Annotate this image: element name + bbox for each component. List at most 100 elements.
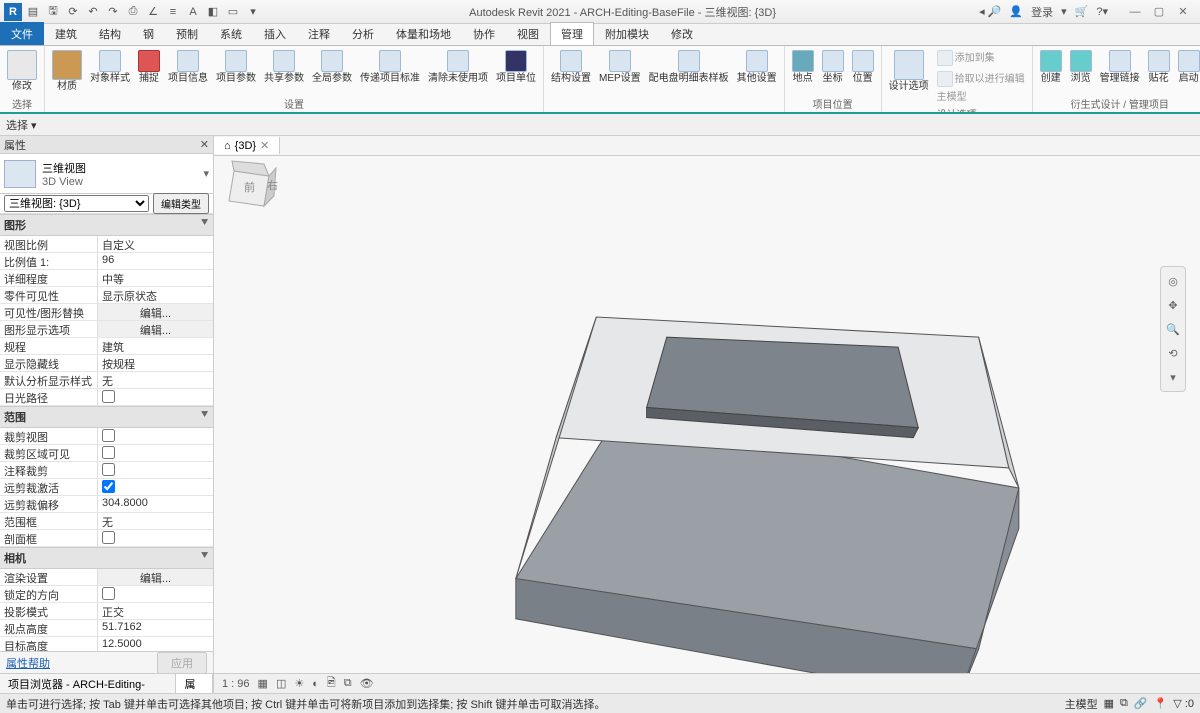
prop-row[interactable]: 视图比例自定义 bbox=[0, 236, 213, 253]
properties-grid[interactable]: 图形⯆视图比例自定义比例值 1:96详细程度中等零件可见性显示原状态可见性/图形… bbox=[0, 214, 213, 651]
orbit-icon[interactable]: ⟲ bbox=[1163, 343, 1183, 363]
close-icon[interactable]: ✕ bbox=[200, 138, 209, 151]
prop-row[interactable]: 显示隐藏线按规程 bbox=[0, 355, 213, 372]
main-model-dd[interactable]: 主模型 bbox=[934, 90, 1028, 105]
prop-row[interactable]: 详细程度中等 bbox=[0, 270, 213, 287]
tab-arch[interactable]: 建筑 bbox=[44, 22, 88, 45]
transfer-button[interactable]: 传递项目标准 bbox=[357, 48, 423, 86]
chevron-down-icon[interactable]: ▾ bbox=[203, 167, 209, 180]
project-params-button[interactable]: 项目参数 bbox=[213, 48, 259, 86]
prop-row[interactable]: 图形显示选项编辑... bbox=[0, 321, 213, 338]
tab-annotate[interactable]: 注释 bbox=[297, 22, 341, 45]
cart-icon[interactable]: 🛒 bbox=[1075, 5, 1089, 18]
tab-steel[interactable]: 钢 bbox=[132, 22, 165, 45]
tab-addins[interactable]: 附加模块 bbox=[594, 22, 660, 45]
tab-massing[interactable]: 体量和场地 bbox=[385, 22, 462, 45]
shadows-icon[interactable]: ◐ bbox=[312, 678, 319, 690]
tab-view[interactable]: 视图 bbox=[506, 22, 550, 45]
prop-row[interactable]: 比例值 1:96 bbox=[0, 253, 213, 270]
tab-collab[interactable]: 协作 bbox=[462, 22, 506, 45]
redo-icon[interactable]: ↷ bbox=[104, 3, 122, 21]
print-icon[interactable]: ⎙ bbox=[124, 3, 142, 21]
gen-create-button[interactable]: 创建 bbox=[1037, 48, 1065, 86]
prop-row[interactable]: 远剪裁偏移304.8000 bbox=[0, 496, 213, 513]
struct-settings-button[interactable]: 结构设置 bbox=[548, 48, 594, 86]
hide-icon[interactable]: 👁 bbox=[360, 677, 374, 690]
apply-button[interactable]: 应用 bbox=[157, 652, 207, 674]
scale-label[interactable]: 1 : 96 bbox=[222, 678, 250, 690]
prop-row[interactable]: 裁剪区域可见 bbox=[0, 445, 213, 462]
close-button[interactable]: ✕ bbox=[1172, 3, 1194, 21]
coords-button[interactable]: 坐标 bbox=[819, 48, 847, 86]
gen-explore-button[interactable]: 浏览 bbox=[1067, 48, 1095, 86]
crop-icon[interactable]: ⧉ bbox=[344, 677, 352, 690]
save-icon[interactable]: 🖫 bbox=[44, 3, 62, 21]
tab-precast[interactable]: 预制 bbox=[165, 22, 209, 45]
add-to-set-button[interactable]: 添加到集 bbox=[934, 48, 1028, 68]
viewcube[interactable]: 前 右 bbox=[214, 156, 284, 226]
prop-row[interactable]: 裁剪视图 bbox=[0, 428, 213, 445]
user-icon[interactable]: 👤 bbox=[1009, 5, 1023, 18]
materials-button[interactable]: 材质 bbox=[49, 48, 85, 94]
prop-row[interactable]: 剖面框 bbox=[0, 530, 213, 547]
instance-selector[interactable]: 三维视图: {3D} bbox=[4, 195, 149, 212]
prop-row[interactable]: 注释裁剪 bbox=[0, 462, 213, 479]
decal-button[interactable]: 贴花 bbox=[1145, 48, 1173, 86]
purge-button[interactable]: 清除未使用项 bbox=[425, 48, 491, 86]
dim-icon[interactable]: ≡ bbox=[164, 3, 182, 21]
measure-icon[interactable]: ∠ bbox=[144, 3, 162, 21]
filter-icon[interactable]: ▦ bbox=[1104, 697, 1114, 710]
detail-icon[interactable]: ▦ bbox=[258, 677, 268, 690]
object-styles-button[interactable]: 对象样式 bbox=[87, 48, 133, 86]
panel-schedule-button[interactable]: 配电盘明细表样板 bbox=[646, 48, 732, 86]
undo-icon[interactable]: ↶ bbox=[84, 3, 102, 21]
tab-systems[interactable]: 系统 bbox=[209, 22, 253, 45]
status-model[interactable]: 主模型 bbox=[1065, 696, 1098, 712]
position-button[interactable]: 位置 bbox=[849, 48, 877, 86]
pin-icon[interactable]: 📍 bbox=[1154, 697, 1168, 710]
visual-icon[interactable]: ◫ bbox=[276, 677, 286, 690]
steering-icon[interactable]: ◎ bbox=[1163, 271, 1183, 291]
prop-row[interactable]: 范围框无 bbox=[0, 513, 213, 530]
section-icon[interactable]: ▭ bbox=[224, 3, 242, 21]
zoom-icon[interactable]: 🔍 bbox=[1163, 319, 1183, 339]
tab-insert[interactable]: 插入 bbox=[253, 22, 297, 45]
prop-row[interactable]: 规程建筑 bbox=[0, 338, 213, 355]
close-icon[interactable]: ✕ bbox=[260, 139, 269, 152]
prop-row[interactable]: 目标高度12.5000 bbox=[0, 637, 213, 651]
prop-row[interactable]: 锁定的方向 bbox=[0, 586, 213, 603]
pan-icon[interactable]: ✥ bbox=[1163, 295, 1183, 315]
nav-bar[interactable]: ◎ ✥ 🔍 ⟲ ▾ bbox=[1160, 266, 1186, 392]
minimize-button[interactable]: — bbox=[1124, 3, 1146, 21]
other-settings-button[interactable]: 其他设置 bbox=[734, 48, 780, 86]
prop-row[interactable]: 默认分析显示样式无 bbox=[0, 372, 213, 389]
mep-settings-button[interactable]: MEP设置 bbox=[596, 48, 644, 86]
maximize-button[interactable]: ▢ bbox=[1148, 3, 1170, 21]
global-params-button[interactable]: 全局参数 bbox=[309, 48, 355, 86]
project-info-button[interactable]: 项目信息 bbox=[165, 48, 211, 86]
modify-button[interactable]: 修改 bbox=[4, 48, 40, 94]
palette-header[interactable]: 属性 ✕ bbox=[0, 136, 213, 154]
prop-group[interactable]: 相机⯆ bbox=[0, 547, 213, 569]
sel-icon[interactable]: ⧉ bbox=[1120, 697, 1128, 710]
prop-row[interactable]: 可见性/图形替换编辑... bbox=[0, 304, 213, 321]
prop-row[interactable]: 渲染设置编辑... bbox=[0, 569, 213, 586]
pick-edit-button[interactable]: 拾取以进行编辑 bbox=[934, 69, 1028, 89]
view-tab-3d[interactable]: ⌂ {3D} ✕ bbox=[214, 137, 280, 154]
location-button[interactable]: 地点 bbox=[789, 48, 817, 86]
edit-type-button[interactable]: 编辑类型 bbox=[153, 193, 209, 214]
search-icon[interactable]: ◂ 🔎 bbox=[979, 5, 1001, 18]
design-options-button[interactable]: 设计选项 bbox=[886, 48, 932, 94]
shared-params-button[interactable]: 共享参数 bbox=[261, 48, 307, 86]
units-button[interactable]: 项目单位 bbox=[493, 48, 539, 86]
manage-links-button[interactable]: 管理链接 bbox=[1097, 48, 1143, 86]
start-view-button[interactable]: 启动 bbox=[1175, 48, 1200, 86]
sun-icon[interactable]: ☀ bbox=[294, 677, 304, 690]
snaps-button[interactable]: 捕捉 bbox=[135, 48, 163, 86]
type-selector[interactable]: 三维视图 3D View ▾ bbox=[0, 154, 213, 194]
tab-modify[interactable]: 修改 bbox=[660, 22, 704, 45]
tag-icon[interactable]: ◧ bbox=[204, 3, 222, 21]
nav-dd-icon[interactable]: ▾ bbox=[1163, 367, 1183, 387]
login-link[interactable]: 登录 bbox=[1031, 4, 1053, 20]
canvas-3d[interactable]: 前 右 ◎ ✥ 🔍 ⟲ ▾ bbox=[214, 156, 1200, 673]
